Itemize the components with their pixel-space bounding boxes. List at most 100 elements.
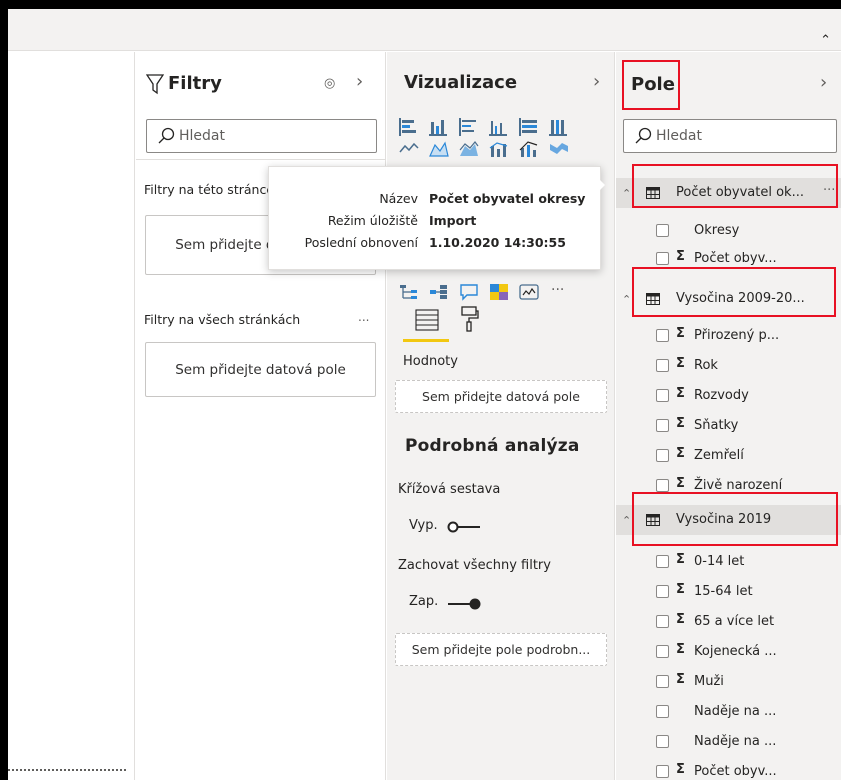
sigma-icon: Σ	[676, 416, 685, 431]
field-checkbox[interactable]	[656, 675, 669, 688]
clustered-bar-chart-icon[interactable]	[459, 118, 479, 136]
sigma-icon: Σ	[676, 672, 685, 687]
field-row[interactable]: Σ Sňatky	[616, 413, 841, 437]
field-checkbox[interactable]	[656, 449, 669, 462]
tooltip-value: 1.10.2020 14:30:55	[429, 235, 566, 250]
100-percent-column-chart-icon[interactable]	[549, 118, 569, 136]
keep-all-filters-state: Zap.	[409, 594, 439, 609]
line-and-column-chart-icon[interactable]	[489, 140, 509, 158]
report-canvas[interactable]	[8, 52, 135, 780]
fields-collapse-chevron-icon[interactable]: ›	[820, 72, 827, 93]
field-row[interactable]: Σ Rok	[616, 353, 841, 377]
field-checkbox[interactable]	[656, 419, 669, 432]
field-name: Naděje na ...	[694, 704, 777, 719]
active-tab-indicator	[403, 339, 449, 342]
filters-search-input[interactable]: Hledat	[146, 119, 377, 153]
field-checkbox[interactable]	[656, 252, 669, 265]
decomposition-tree-icon[interactable]	[399, 283, 419, 301]
tooltip-key: Režim úložiště	[327, 213, 418, 228]
tooltip-value: Import	[429, 213, 477, 228]
keep-all-filters-toggle[interactable]	[447, 598, 481, 610]
r-script-visual-icon[interactable]	[489, 283, 509, 301]
field-name: Počet obyv...	[694, 251, 777, 266]
field-row[interactable]: Σ Kojenecká ...	[616, 639, 841, 663]
stacked-column-chart-icon[interactable]	[429, 118, 449, 136]
filters-collapse-chevron-icon[interactable]: ›	[356, 71, 363, 92]
clustered-column-chart-icon[interactable]	[489, 118, 509, 136]
field-name: Počet obyv...	[694, 764, 777, 779]
field-row[interactable]: Σ Muži	[616, 669, 841, 693]
field-row[interactable]: Σ Zemřelí	[616, 443, 841, 467]
fields-search-input[interactable]: Hledat	[623, 119, 837, 153]
100-percent-bar-chart-icon[interactable]	[519, 118, 539, 136]
all-pages-filters-drop-zone[interactable]: Sem přidejte datová pole	[145, 342, 376, 397]
line-chart-icon[interactable]	[399, 140, 419, 158]
field-checkbox[interactable]	[656, 555, 669, 568]
filters-pane: Filtry ◎ › Hledat Filtry na této stránce…	[136, 52, 386, 780]
field-checkbox[interactable]	[656, 585, 669, 598]
filters-divider	[136, 159, 385, 160]
table2-highlight-box	[632, 267, 836, 317]
sigma-icon: Σ	[676, 642, 685, 657]
sigma-icon: Σ	[676, 249, 685, 264]
field-name: 0-14 let	[694, 554, 745, 569]
ribbon-chart-icon[interactable]	[549, 140, 569, 158]
field-checkbox[interactable]	[656, 389, 669, 402]
field-row[interactable]: Σ 0-14 let	[616, 549, 841, 573]
top-bar: ⌃	[8, 9, 841, 51]
stacked-bar-chart-icon[interactable]	[399, 118, 419, 136]
collapse-caret-icon[interactable]: ⌃	[622, 514, 631, 527]
format-paint-roller-icon[interactable]	[459, 305, 479, 333]
collapse-caret-icon[interactable]: ⌃	[622, 293, 631, 306]
qna-speech-bubble-icon[interactable]	[459, 283, 479, 301]
paginated-report-icon[interactable]	[519, 283, 539, 301]
field-row[interactable]: Σ Přirozený p...	[616, 323, 841, 347]
cross-report-state: Vyp.	[409, 518, 438, 533]
field-checkbox[interactable]	[656, 224, 669, 237]
table-info-tooltip: Název Počet obyvatel okresy Režim úložiš…	[268, 166, 601, 270]
filters-more-options[interactable]: ...	[358, 310, 369, 324]
field-checkbox[interactable]	[656, 359, 669, 372]
field-row[interactable]: Σ 15-64 let	[616, 579, 841, 603]
field-checkbox[interactable]	[656, 705, 669, 718]
field-row[interactable]: Σ 65 a více let	[616, 609, 841, 633]
filters-header: Filtry ◎ ›	[146, 70, 376, 100]
field-checkbox[interactable]	[656, 735, 669, 748]
area-chart-icon[interactable]	[429, 140, 449, 158]
eye-icon[interactable]: ◎	[324, 76, 335, 91]
collapse-ribbon-icon[interactable]: ⌃	[820, 33, 831, 48]
field-row[interactable]: Σ Rozvody	[616, 383, 841, 407]
visualizations-collapse-chevron-icon[interactable]: ›	[593, 71, 600, 92]
fields-title-highlight-box	[622, 60, 680, 110]
field-row[interactable]: Σ Počet obyv...	[616, 759, 841, 780]
field-row[interactable]: Naděje na ...	[616, 729, 841, 753]
field-checkbox[interactable]	[656, 645, 669, 658]
tooltip-key: Název	[379, 191, 418, 206]
field-name: Rok	[694, 358, 718, 373]
field-name: Zemřelí	[694, 448, 744, 463]
key-influencers-icon[interactable]	[429, 283, 449, 301]
cross-report-toggle[interactable]	[447, 521, 481, 533]
field-row[interactable]: Okresy	[616, 218, 841, 242]
more-visuals-icon[interactable]: ···	[551, 282, 564, 298]
field-checkbox[interactable]	[656, 329, 669, 342]
drill-through-drop-zone[interactable]: Sem přidejte pole podrobn...	[395, 633, 607, 666]
field-row[interactable]: Naděje na ...	[616, 699, 841, 723]
collapse-caret-icon[interactable]: ⌃	[622, 187, 631, 200]
filters-title: Filtry	[168, 73, 222, 94]
field-name: Živě narození	[694, 478, 783, 493]
stacked-area-chart-icon[interactable]	[459, 140, 479, 158]
field-name: Kojenecká ...	[694, 644, 777, 659]
field-checkbox[interactable]	[656, 479, 669, 492]
field-checkbox[interactable]	[656, 615, 669, 628]
sigma-icon: Σ	[676, 446, 685, 461]
fields-tab-icon[interactable]	[415, 308, 439, 332]
values-drop-zone[interactable]: Sem přidejte datová pole	[395, 380, 607, 413]
field-checkbox[interactable]	[656, 765, 669, 778]
table1-highlight-box	[632, 164, 838, 208]
field-name: Sňatky	[694, 418, 739, 433]
cross-report-label: Křížová sestava	[398, 482, 501, 497]
line-and-stacked-column-chart-icon[interactable]	[519, 140, 539, 158]
search-icon	[158, 127, 175, 144]
tooltip-arrow	[596, 176, 605, 194]
